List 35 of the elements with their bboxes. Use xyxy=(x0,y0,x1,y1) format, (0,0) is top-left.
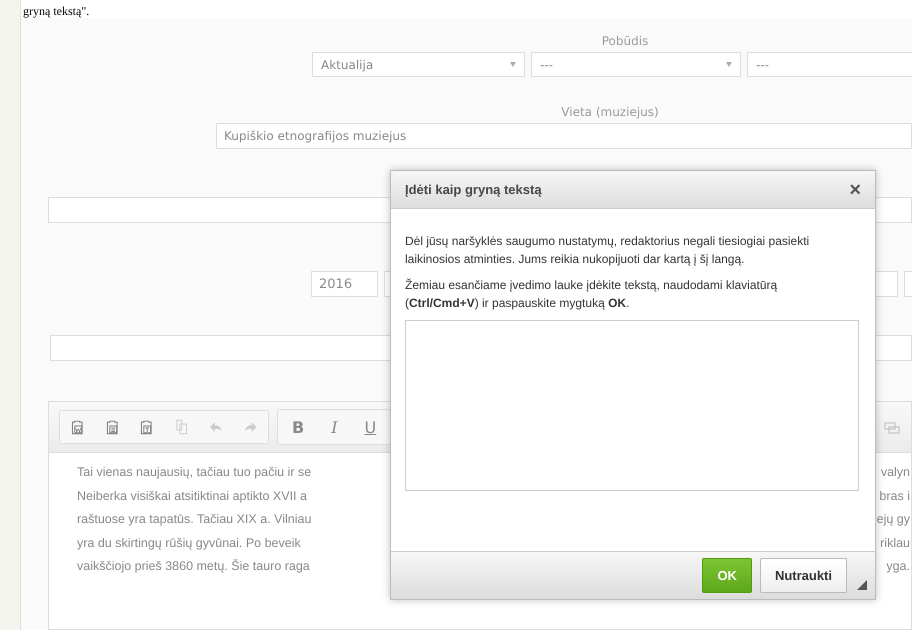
clipboard-icon[interactable] xyxy=(104,419,120,435)
document-heading: gryną tekstą". xyxy=(23,3,90,18)
type-dropdown[interactable]: --- xyxy=(531,52,741,77)
italic-button[interactable]: I xyxy=(327,418,342,436)
clipboard-icon[interactable] xyxy=(139,419,154,435)
place-label: Vieta (muziejus) xyxy=(561,105,659,119)
editor-text: valyn xyxy=(880,464,910,481)
editor-text: ejų gy xyxy=(876,511,910,528)
date-field[interactable] xyxy=(874,271,898,297)
paste-text-area[interactable] xyxy=(405,320,859,491)
editor-text: vaikščiojo prieš 3860 metų. Šie tauro raga xyxy=(77,558,310,575)
type-label: Pobūdis xyxy=(602,34,648,48)
dropdown-arrow-icon xyxy=(510,62,516,67)
dialog-text: Dėl jūsų naršyklės saugumo nustatymų, redaktorius negali tiesiogiai pasiekti laikinosios atminties. Jums reikia nukopijuoti dar kartą į šį langą. xyxy=(405,233,810,268)
type-dropdown[interactable]: Aktualija xyxy=(312,52,525,77)
editor-text: Tai vienas naujausių, tačiau tuo pačiu ir se xyxy=(77,464,312,481)
place-field[interactable]: Kupiškio etnografijos muziejus xyxy=(216,123,912,149)
dialog-title: Įdėti kaip gryną tekstą xyxy=(405,182,542,197)
dropdown-arrow-icon xyxy=(726,62,732,67)
cancel-button[interactable]: Nutraukti xyxy=(760,558,847,593)
editor-text: yga. xyxy=(886,558,910,575)
editor-text: riklau xyxy=(880,534,910,552)
clipboard-icon[interactable] xyxy=(70,419,86,435)
editor-text: Neiberka visiškai atsitiktinai aptikto XVII a xyxy=(77,488,307,505)
close-button[interactable]: × xyxy=(847,180,863,200)
editor-text: raštuose yra tapatūs. Tačiau XIX a. Vilniau xyxy=(77,511,312,528)
bold-button[interactable]: B xyxy=(288,418,308,436)
editor-text: yra du skirtingų rūšių gyvūnai. Po beveik xyxy=(77,534,301,552)
year-field[interactable]: 2016 xyxy=(311,271,378,297)
type-field[interactable]: --- xyxy=(747,52,912,77)
editor-text: bras i xyxy=(879,488,910,504)
dialog-text: Žemiau esančiame įvedimo lauke įdėkite tekstą, naudodami klaviatūrą (Ctrl/Cmd+V) ir paspauskite mygtuką OK. xyxy=(405,277,778,312)
ok-button[interactable]: OK xyxy=(702,558,752,593)
resize-handle-icon[interactable] xyxy=(857,580,867,590)
underline-button[interactable]: U xyxy=(360,418,380,436)
